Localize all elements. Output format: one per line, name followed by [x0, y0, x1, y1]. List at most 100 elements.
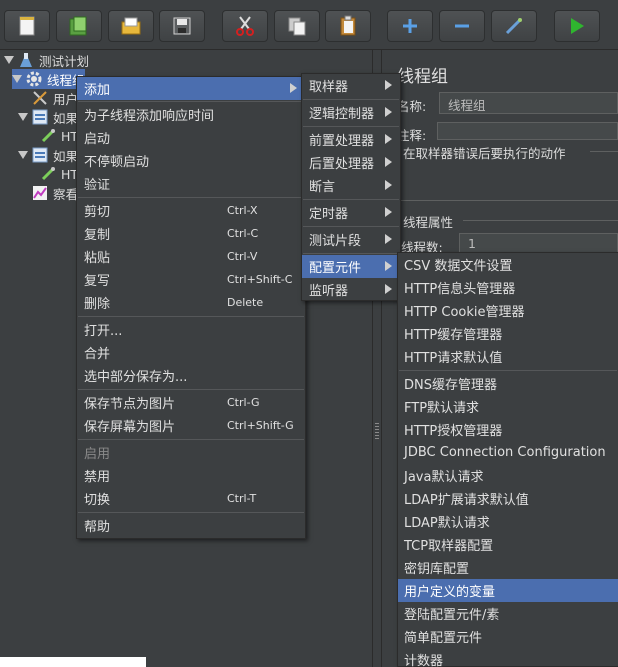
submenu-item-pre-processor[interactable]: 前置处理器 — [302, 128, 400, 151]
config-item-http-cookie-manager[interactable]: HTTP Cookie管理器 — [398, 299, 618, 322]
copy-button[interactable] — [274, 10, 320, 42]
menu-label: 合并 — [84, 347, 111, 362]
config-item-login-config[interactable]: 登陆配置元件/素 — [398, 602, 618, 625]
submenu-item-post-processor[interactable]: 后置处理器 — [302, 151, 400, 174]
menu-item-validate[interactable]: 验证 — [77, 172, 305, 195]
tree-node-if-controller-2[interactable]: 如果 — [18, 145, 78, 165]
menu-item-open[interactable]: 打开... — [77, 318, 305, 341]
menu-label: CSV 数据文件设置 — [404, 259, 513, 274]
config-item-ldap-defaults[interactable]: LDAP默认请求 — [398, 510, 618, 533]
menu-label: 登陆配置元件/素 — [404, 608, 500, 623]
expand-icon — [403, 19, 417, 33]
tree-node-http-1[interactable]: HT — [40, 126, 78, 146]
cut-button[interactable] — [222, 10, 268, 42]
menu-separator — [303, 226, 399, 227]
menu-item-duplicate[interactable]: 复写 Ctrl+Shift-C — [77, 268, 305, 291]
menu-label: 复制 — [84, 228, 111, 243]
menu-item-paste[interactable]: 粘贴 Ctrl-V — [77, 245, 305, 268]
comment-field[interactable] — [437, 122, 618, 140]
menu-item-start[interactable]: 启动 — [77, 126, 305, 149]
menu-item-help[interactable]: 帮助 — [77, 514, 305, 537]
menu-item-save-node-image[interactable]: 保存节点为图片 Ctrl-G — [77, 391, 305, 414]
menu-label: LDAP扩展请求默认值 — [404, 493, 529, 508]
templates-icon — [69, 16, 87, 36]
submenu-item-assertion[interactable]: 断言 — [302, 174, 400, 197]
submenu-item-timer[interactable]: 定时器 — [302, 201, 400, 224]
menu-item-start-no-pause[interactable]: 不停顿启动 — [77, 149, 305, 172]
menu-label: 删除 — [84, 297, 111, 312]
menu-separator — [303, 253, 399, 254]
menu-label: LDAP默认请求 — [404, 516, 490, 531]
menu-label: 剪切 — [84, 205, 111, 220]
menu-label: FTP默认请求 — [404, 401, 480, 416]
config-item-http-cache-manager[interactable]: HTTP缓存管理器 — [398, 322, 618, 345]
menu-label: 禁用 — [84, 470, 111, 485]
submenu-item-config-element[interactable]: 配置元件 — [302, 255, 400, 278]
config-item-dns-cache-manager[interactable]: DNS缓存管理器 — [398, 372, 618, 395]
menu-label: 切换 — [84, 493, 111, 508]
submenu-item-listener[interactable]: 监听器 — [302, 278, 400, 301]
name-field[interactable]: 线程组 — [439, 92, 618, 114]
menu-item-cut[interactable]: 剪切 Ctrl-X — [77, 199, 305, 222]
submenu-item-sampler[interactable]: 取样器 — [302, 74, 400, 97]
tree-node-http-2[interactable]: HT — [40, 164, 78, 184]
config-item-user-defined-variables[interactable]: 用户定义的变量 — [398, 579, 618, 602]
templates-button[interactable] — [56, 10, 102, 42]
config-item-tcp-sampler-config[interactable]: TCP取样器配置 — [398, 533, 618, 556]
config-item-http-request-defaults[interactable]: HTTP请求默认值 — [398, 345, 618, 368]
config-item-counter[interactable]: 计数器 — [398, 648, 618, 667]
config-item-csv-data-set[interactable]: CSV 数据文件设置 — [398, 253, 618, 276]
menu-label: HTTP信息头管理器 — [404, 282, 516, 297]
toggle-button[interactable] — [491, 10, 537, 42]
tree-node-thread-group[interactable]: 线程组 — [12, 69, 85, 89]
menu-item-delete[interactable]: 删除 Delete — [77, 291, 305, 314]
menu-separator — [78, 512, 304, 513]
context-menu: 添加 为子线程添加响应时间 启动 不停顿启动 验证 剪切 Ctrl-X 复制 Ctr… — [76, 76, 306, 539]
paste-button[interactable] — [325, 10, 371, 42]
config-item-jdbc-connection[interactable]: JDBC Connection Configuration — [398, 441, 618, 464]
start-button[interactable] — [554, 10, 600, 42]
config-item-http-auth-manager[interactable]: HTTP授权管理器 — [398, 418, 618, 441]
collapse-icon — [455, 24, 469, 28]
menu-item-save-screen-image[interactable]: 保存屏幕为图片 Ctrl+Shift-G — [77, 414, 305, 437]
config-item-http-header-manager[interactable]: HTTP信息头管理器 — [398, 276, 618, 299]
config-item-ldap-extended-defaults[interactable]: LDAP扩展请求默认值 — [398, 487, 618, 510]
copy-icon — [288, 17, 306, 36]
config-item-keystore-config[interactable]: 密钥库配置 — [398, 556, 618, 579]
menu-item-disable[interactable]: 禁用 — [77, 464, 305, 487]
config-item-ftp-defaults[interactable]: FTP默认请求 — [398, 395, 618, 418]
config-item-simple-config[interactable]: 简单配置元件 — [398, 625, 618, 648]
submenu-arrow-icon — [385, 80, 392, 90]
menu-item-add-response-time[interactable]: 为子线程添加响应时间 — [77, 103, 305, 126]
menu-label: DNS缓存管理器 — [404, 378, 497, 393]
background-window-edge — [0, 657, 146, 667]
menu-shortcut: Ctrl-C — [227, 227, 259, 240]
tree-node-test-plan[interactable]: 测试计划 — [4, 50, 89, 70]
save-button[interactable] — [159, 10, 205, 42]
menu-label: JDBC Connection Configuration — [404, 445, 606, 460]
open-button[interactable] — [108, 10, 154, 42]
menu-item-save-selection-as[interactable]: 选中部分保存为... — [77, 364, 305, 387]
config-item-java-defaults[interactable]: Java默认请求 — [398, 464, 618, 487]
tree-node-user[interactable]: 用户 — [32, 88, 78, 108]
menu-shortcut: Ctrl-G — [227, 396, 260, 409]
menu-item-merge[interactable]: 合并 — [77, 341, 305, 364]
controller-icon — [32, 109, 48, 125]
menu-label: 验证 — [84, 178, 111, 193]
expand-button[interactable] — [387, 10, 433, 42]
submenu-item-test-fragment[interactable]: 测试片段 — [302, 228, 400, 251]
comment-label: 注释: — [397, 128, 427, 143]
submenu-item-logic-controller[interactable]: 逻辑控制器 — [302, 101, 400, 124]
menu-item-copy[interactable]: 复制 Ctrl-C — [77, 222, 305, 245]
divider — [397, 200, 618, 201]
submenu-arrow-icon — [385, 134, 392, 144]
tree-node-listener[interactable]: 察看 — [32, 183, 78, 203]
controller-icon — [32, 147, 48, 163]
tree-node-if-controller-1[interactable]: 如果 — [18, 107, 78, 127]
new-button[interactable] — [4, 10, 50, 42]
menu-item-add[interactable]: 添加 — [77, 77, 305, 100]
add-submenu: 取样器 逻辑控制器 前置处理器 后置处理器 断言 定时器 测试片段 配置元件 监… — [301, 73, 401, 301]
collapse-button[interactable] — [439, 10, 485, 42]
menu-item-toggle[interactable]: 切换 Ctrl-T — [77, 487, 305, 510]
panel-title: 线程组 — [397, 67, 448, 87]
